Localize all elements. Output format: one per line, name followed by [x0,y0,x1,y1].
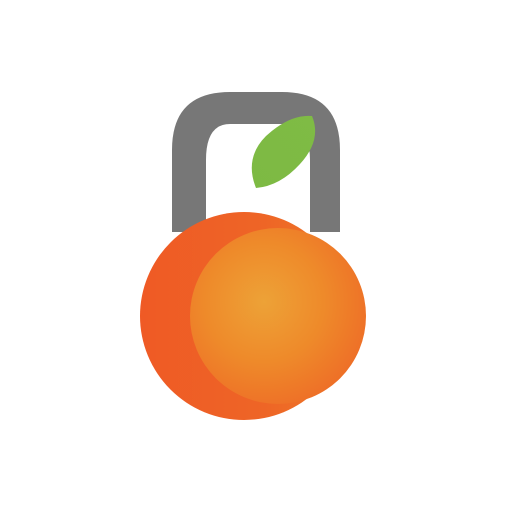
kettlebell-orange-icon [140,92,366,420]
leaf-shape [251,115,316,188]
logo-canvas [0,0,512,512]
orange-front-shape [190,228,366,404]
